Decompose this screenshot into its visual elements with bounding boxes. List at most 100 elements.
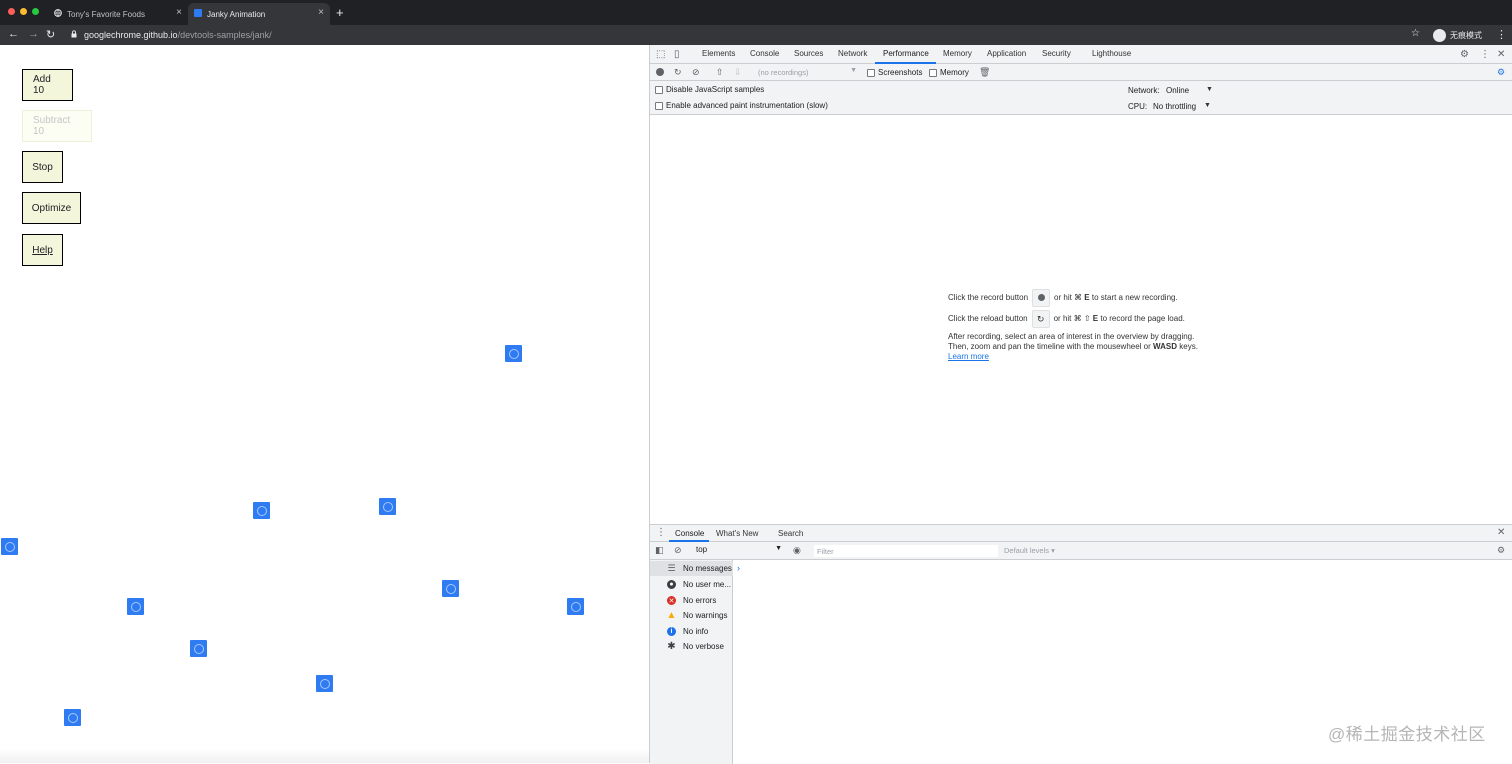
reload-instruction-text: Click the reload button — [948, 313, 1028, 323]
checkbox-box[interactable] — [655, 85, 663, 94]
drawer-menu-icon[interactable]: ⋮ — [656, 527, 666, 538]
error-icon: ✕ — [667, 596, 676, 605]
address-bar[interactable]: googlechrome.github.io/devtools-samples/… — [64, 27, 1420, 43]
advanced-paint-label: Enable advanced paint instrumentation (s… — [666, 101, 828, 110]
sidebar-item-warnings[interactable]: ▲ No warnings — [650, 608, 733, 623]
tab-lighthouse[interactable]: Lighthouse — [1092, 49, 1131, 58]
advanced-paint-checkbox[interactable]: Enable advanced paint instrumentation (s… — [655, 101, 828, 110]
sidebar-item-label: No messages — [683, 564, 732, 573]
disable-js-samples-checkbox[interactable]: Disable JavaScript samples — [655, 85, 764, 94]
tab-elements[interactable]: Elements — [702, 49, 735, 58]
tab-close-icon[interactable]: × — [318, 7, 324, 18]
reload-icon[interactable]: ↻ — [46, 28, 55, 41]
inspect-element-icon[interactable]: ⬚ — [656, 49, 665, 60]
incognito-label: 无痕模式 — [1450, 30, 1482, 40]
close-devtools-icon[interactable]: ✕ — [1497, 49, 1505, 60]
screenshots-checkbox[interactable]: Screenshots — [867, 68, 922, 77]
stop-button[interactable]: Stop — [22, 151, 63, 183]
forward-arrow-icon[interactable]: → — [28, 28, 39, 40]
checkbox-box[interactable] — [655, 101, 663, 110]
bookmark-star-icon[interactable]: ☆ — [1411, 28, 1420, 39]
clear-console-icon[interactable]: ⊘ — [674, 545, 682, 556]
tab-performance[interactable]: Performance — [883, 49, 929, 58]
sidebar-item-messages[interactable]: ☰ No messages — [650, 561, 733, 576]
browser-toolbar: ← → ↻ googlechrome.github.io/devtools-sa… — [0, 25, 1512, 45]
window-minimize-button[interactable] — [20, 8, 27, 15]
log-levels-select[interactable]: Default levels ▾ — [1004, 546, 1055, 555]
checkbox-box[interactable] — [867, 68, 875, 77]
capture-settings-gear-icon[interactable]: ⚙ — [1497, 67, 1505, 78]
reload-record-button[interactable]: ↻ — [1031, 309, 1050, 328]
chevron-down-icon: ▼ — [775, 545, 782, 552]
upload-profile-icon[interactable]: ⇧ — [716, 67, 724, 78]
drawer-tab-console[interactable]: Console — [675, 529, 704, 538]
sidebar-toggle-icon[interactable]: ◧ — [655, 545, 664, 556]
url-host: googlechrome.github.io — [84, 30, 178, 40]
trash-icon[interactable]: 🗑 — [979, 67, 990, 78]
device-toolbar-icon[interactable]: ▯ — [674, 49, 680, 60]
optimize-button[interactable]: Optimize — [22, 192, 81, 224]
after-line-2-pre: Then, zoom and pan the timeline with the… — [948, 342, 1151, 351]
add-10-button[interactable]: Add 10 — [22, 69, 73, 101]
after-line-2-post: keys. — [1179, 342, 1198, 351]
record-icon[interactable] — [656, 68, 664, 76]
sidebar-item-info[interactable]: i No info — [650, 624, 733, 639]
cpu-throttle-select[interactable]: No throttling — [1153, 102, 1196, 111]
close-drawer-icon[interactable]: ✕ — [1497, 527, 1505, 538]
tab-close-icon[interactable]: × — [176, 7, 182, 18]
reload-record-icon[interactable]: ↻ — [674, 67, 682, 78]
tab-console[interactable]: Console — [750, 49, 779, 58]
incognito-indicator[interactable]: 无痕模式 — [1433, 28, 1482, 42]
back-arrow-icon[interactable]: ← — [8, 28, 19, 40]
reload-instructions: Click the reload button ↻ or hit ⌘ ⇧ E t… — [948, 309, 1248, 328]
console-toolbar: ◧ ⊘ top ▼ ◉ Filter Default levels ▾ ⚙ — [650, 542, 1512, 560]
user-icon: ● — [667, 580, 676, 589]
memory-checkbox[interactable]: Memory — [929, 68, 969, 77]
window-close-button[interactable] — [8, 8, 15, 15]
new-tab-button[interactable]: + — [336, 5, 344, 20]
console-settings-gear-icon[interactable]: ⚙ — [1497, 545, 1505, 556]
sidebar-item-user-messages[interactable]: ● No user me... — [650, 577, 733, 592]
sidebar-item-label: No info — [683, 627, 709, 636]
globe-icon — [54, 9, 62, 17]
context-select[interactable]: top ▼ — [696, 545, 782, 554]
download-profile-icon[interactable]: ⇩ — [734, 67, 742, 78]
animated-square — [127, 598, 144, 615]
console-prompt[interactable]: › — [737, 563, 740, 573]
checkbox-box[interactable] — [929, 68, 937, 77]
subtract-10-button[interactable]: Subtract 10 — [22, 110, 92, 142]
tab-tonys-favorite-foods[interactable]: Tony's Favorite Foods × — [48, 3, 188, 25]
eye-icon[interactable]: ◉ — [793, 545, 801, 556]
browser-menu-icon[interactable]: ⋮ — [1496, 28, 1507, 41]
console-filter-input[interactable]: Filter — [814, 545, 998, 557]
tab-sources[interactable]: Sources — [794, 49, 823, 58]
cpu-label: CPU: — [1128, 102, 1148, 111]
settings-gear-icon[interactable]: ⚙ — [1460, 49, 1469, 60]
tab-janky-animation[interactable]: Janky Animation × — [188, 3, 330, 25]
sidebar-item-verbose[interactable]: ✱ No verbose — [650, 639, 733, 654]
learn-more-link[interactable]: Learn more — [948, 352, 989, 361]
recordings-placeholder: (no recordings) — [758, 67, 809, 77]
clear-icon[interactable]: ⊘ — [692, 67, 700, 78]
disable-js-samples-label: Disable JavaScript samples — [666, 85, 765, 94]
record-button[interactable] — [1032, 288, 1051, 307]
capture-settings: Disable JavaScript samples Enable advanc… — [650, 81, 1512, 115]
tab-security[interactable]: Security — [1042, 49, 1071, 58]
devtools-menu-icon[interactable]: ⋮ — [1480, 49, 1490, 60]
drawer-tab-whats-new[interactable]: What's New — [716, 529, 758, 538]
tab-memory[interactable]: Memory — [943, 49, 972, 58]
reload-icon: ↻ — [1036, 313, 1045, 324]
page-favicon-icon — [194, 9, 202, 17]
sidebar-item-errors[interactable]: ✕ No errors — [650, 593, 733, 608]
drawer-tab-search[interactable]: Search — [778, 529, 803, 538]
tab-title: Tony's Favorite Foods — [67, 9, 146, 19]
verbose-icon: ✱ — [667, 641, 676, 652]
tab-application[interactable]: Application — [987, 49, 1026, 58]
animated-square — [316, 675, 333, 692]
recordings-select[interactable]: (no recordings) ▼ — [755, 66, 859, 78]
chevron-down-icon: ▼ — [1204, 102, 1211, 109]
tab-network[interactable]: Network — [838, 49, 867, 58]
window-zoom-button[interactable] — [32, 8, 39, 15]
network-throttle-select[interactable]: Online — [1166, 86, 1189, 95]
help-button[interactable]: Help — [22, 234, 63, 266]
